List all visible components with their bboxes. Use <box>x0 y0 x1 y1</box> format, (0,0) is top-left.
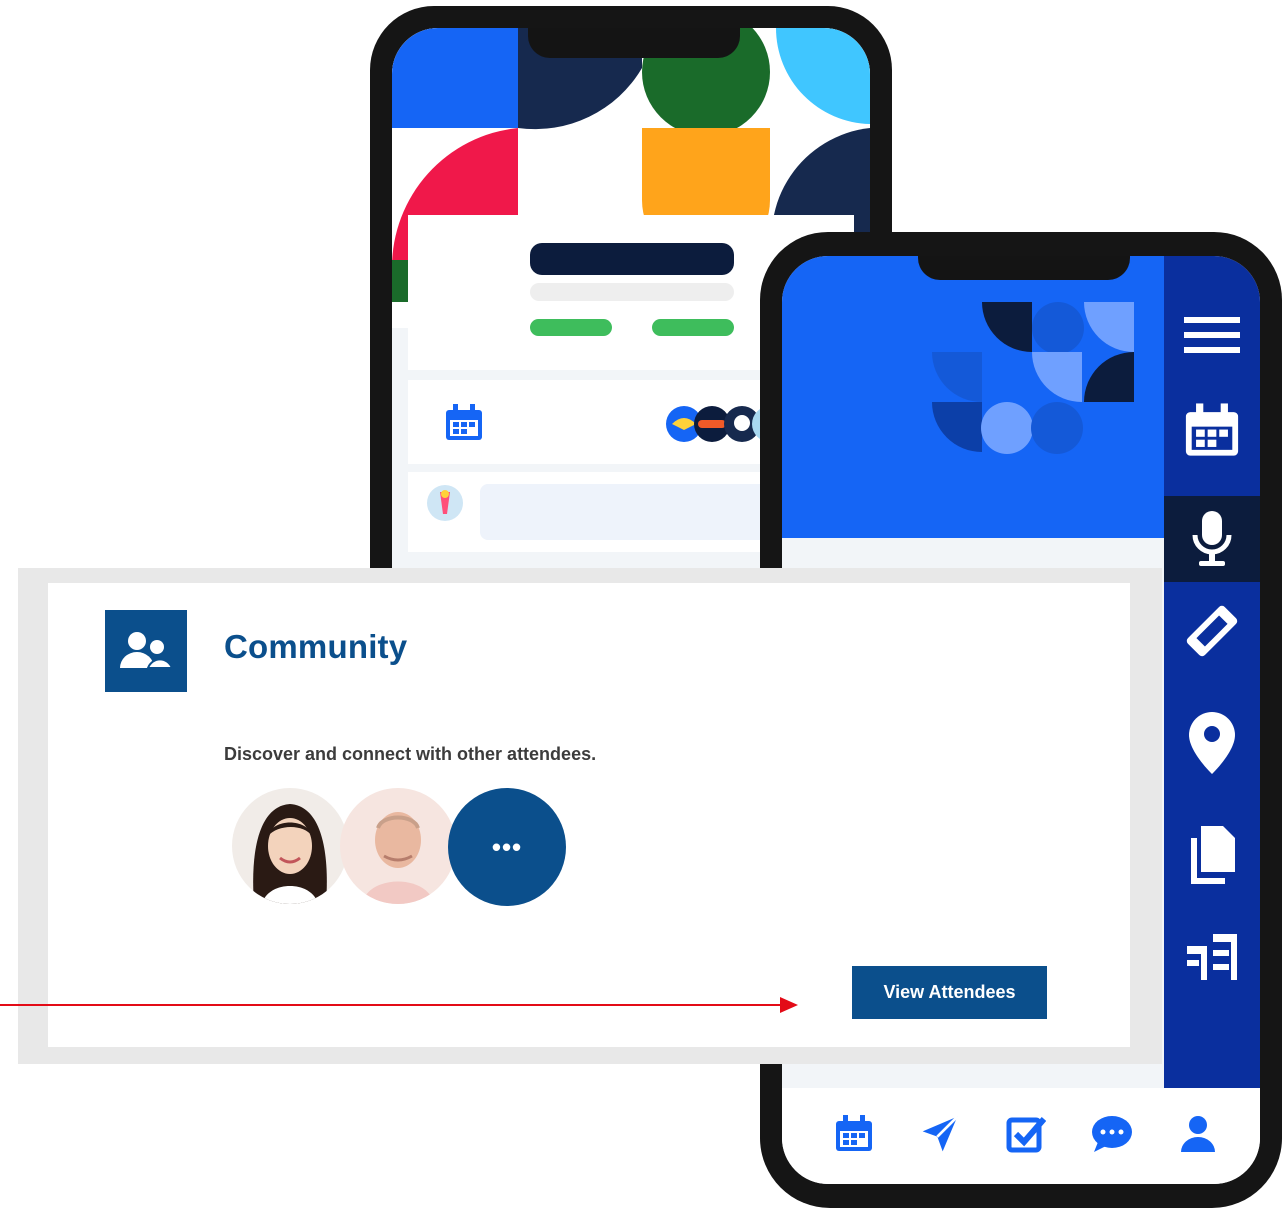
user-avatar <box>427 485 463 521</box>
placeholder-tag <box>530 319 612 336</box>
attendee-avatar[interactable] <box>340 788 456 904</box>
more-dots: ••• <box>491 831 523 862</box>
menu-icon <box>1184 317 1240 353</box>
phone-notch <box>918 256 1130 280</box>
checklist-icon <box>1006 1117 1046 1153</box>
view-attendees-button[interactable]: View Attendees <box>852 966 1047 1019</box>
sidebar-item-speakers[interactable] <box>1164 496 1260 582</box>
ticket-icon <box>1186 605 1238 657</box>
microphone-icon <box>1192 511 1232 566</box>
calendar-icon <box>1185 403 1239 456</box>
community-title: Community <box>224 628 408 665</box>
calendar-icon <box>836 1115 872 1151</box>
sidebar-item-documents[interactable] <box>1164 812 1260 898</box>
app-bottom-nav <box>782 1088 1260 1184</box>
annotation-arrow <box>0 997 798 1013</box>
nav-item-chat[interactable] <box>1090 1112 1134 1156</box>
attendee-photo <box>340 788 456 904</box>
community-description: Discover and connect with other attendee… <box>224 744 597 764</box>
send-icon <box>922 1115 959 1152</box>
profile-icon <box>1181 1116 1215 1152</box>
attendee-photo <box>232 788 348 904</box>
users-icon <box>120 632 174 669</box>
document-icon <box>1191 826 1235 884</box>
app-sidebar <box>1164 256 1260 1088</box>
placeholder-tag <box>652 319 734 336</box>
placeholder-title-bar <box>530 243 734 275</box>
event-banner-graphic <box>782 256 1164 538</box>
sidebar-item-map[interactable] <box>1164 700 1260 786</box>
sidebar-item-sponsors[interactable] <box>1164 914 1260 1000</box>
sponsors-icon <box>1187 934 1237 980</box>
attendee-avatar[interactable] <box>232 788 348 904</box>
phone-notch <box>528 28 740 58</box>
nav-item-schedule[interactable] <box>832 1112 876 1156</box>
sidebar-item-schedule[interactable] <box>1164 388 1260 474</box>
sidebar-item-tickets[interactable] <box>1164 588 1260 674</box>
more-attendees-button[interactable]: ••• <box>448 788 566 906</box>
post-input[interactable] <box>480 484 776 540</box>
chat-icon <box>1092 1116 1132 1152</box>
nav-item-profile[interactable] <box>1176 1112 1220 1156</box>
menu-button[interactable] <box>1164 292 1260 378</box>
community-icon-tile <box>105 610 187 692</box>
nav-item-messages[interactable] <box>918 1112 962 1156</box>
location-pin-icon <box>1189 712 1235 774</box>
placeholder-subtitle-bar <box>530 283 734 301</box>
calendar-icon <box>446 404 482 440</box>
nav-item-tasks[interactable] <box>1004 1112 1048 1156</box>
